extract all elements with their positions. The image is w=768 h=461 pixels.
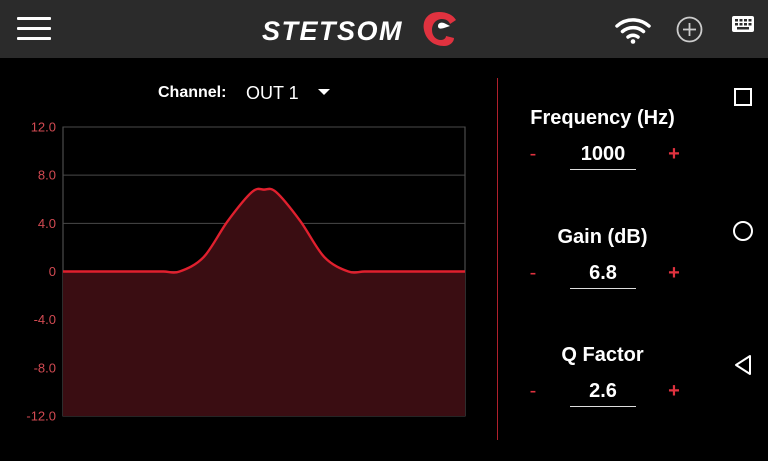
- system-nav-bar: [718, 0, 768, 461]
- wifi-icon[interactable]: [614, 16, 652, 44]
- menu-icon[interactable]: [17, 17, 51, 41]
- circle-icon[interactable]: [732, 220, 754, 242]
- gain-plus-button[interactable]: +: [663, 262, 685, 290]
- square-icon[interactable]: [733, 87, 753, 107]
- frequency-minus-button[interactable]: -: [523, 143, 543, 171]
- frequency-title: Frequency (Hz): [530, 107, 675, 129]
- y-tick-label: -8.0: [34, 360, 56, 375]
- q-factor-plus-button[interactable]: +: [663, 380, 685, 408]
- top-app-bar: STETSOM: [0, 0, 718, 58]
- y-tick-label: 4.0: [38, 216, 56, 231]
- q-factor-title: Q Factor: [561, 344, 644, 366]
- y-tick-label: -12.0: [26, 409, 56, 424]
- frequency-input[interactable]: 1000: [570, 139, 636, 170]
- y-tick-label: 12.0: [31, 120, 56, 135]
- channel-selected-value: OUT 1: [246, 83, 299, 103]
- gain-control: Gain (dB) - 6.8 +: [515, 226, 690, 316]
- caret-down-icon: [318, 89, 330, 95]
- triangle-back-icon[interactable]: [733, 354, 753, 376]
- frequency-control: Frequency (Hz) - 1000 +: [515, 107, 690, 197]
- keyboard-icon[interactable]: [731, 15, 755, 33]
- y-tick-label: 8.0: [38, 168, 56, 183]
- frequency-plus-button[interactable]: +: [663, 143, 685, 171]
- gain-minus-button[interactable]: -: [523, 262, 543, 290]
- y-tick-label: 0: [49, 264, 56, 279]
- panel-divider: [497, 78, 498, 440]
- brand-logo-text: STETSOM: [262, 16, 404, 46]
- gain-input[interactable]: 6.8: [570, 258, 636, 289]
- brand-mark-icon: [423, 12, 456, 46]
- gain-title: Gain (dB): [557, 226, 648, 248]
- q-factor-minus-button[interactable]: -: [523, 380, 543, 408]
- brand-logo: STETSOM: [262, 10, 462, 50]
- q-factor-input[interactable]: 2.6: [570, 376, 636, 407]
- q-factor-control: Q Factor - 2.6 +: [515, 344, 690, 434]
- y-tick-label: -4.0: [34, 312, 56, 327]
- channel-label: Channel:: [158, 84, 227, 101]
- add-circle-icon[interactable]: [676, 16, 703, 43]
- eq-chart-svg: 12.0 8.0 4.0 0 -4.0 -8.0 -12.0: [26, 120, 466, 424]
- eq-chart[interactable]: 12.0 8.0 4.0 0 -4.0 -8.0 -12.0: [0, 110, 490, 440]
- channel-dropdown[interactable]: OUT 1: [240, 80, 340, 106]
